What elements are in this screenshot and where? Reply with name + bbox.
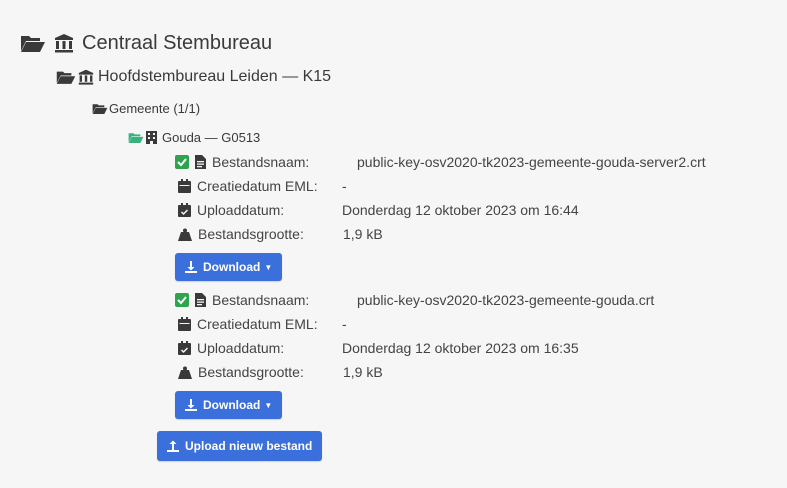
download-icon — [185, 399, 197, 411]
check-square-icon[interactable] — [175, 293, 189, 307]
file-name-value: public-key-osv2020-tk2023-gemeente-gouda… — [357, 154, 706, 170]
download-label: Download — [203, 260, 261, 274]
tree-node-label: Hoofdstembureau Leiden — K15 — [98, 68, 332, 85]
uploaded-value: Donderdag 12 oktober 2023 om 16:44 — [342, 202, 579, 218]
file-name-row: Bestandsnaam: public-key-osv2020-tk2023-… — [175, 290, 654, 310]
folder-open-icon — [92, 102, 108, 115]
calendar-icon — [178, 179, 191, 193]
landmark-icon — [54, 33, 74, 53]
created-row: Creatiedatum EML: - — [178, 314, 347, 334]
caret-down-icon: ▼ — [264, 262, 273, 272]
tree-node-gemeente[interactable]: Gemeente (1/1) — [92, 98, 200, 118]
size-value: 1,9 kB — [343, 226, 383, 242]
bestandsnaam-label: Bestandsnaam: — [212, 154, 310, 170]
folder-open-icon — [128, 131, 144, 144]
uploaded-row: Uploaddatum: Donderdag 12 oktober 2023 o… — [178, 338, 579, 358]
building-icon — [146, 130, 157, 144]
calendar-icon — [178, 317, 191, 331]
created-value: - — [342, 316, 347, 332]
tree-node-label: Gemeente (1/1) — [109, 100, 201, 116]
uploaded-value: Donderdag 12 oktober 2023 om 16:35 — [342, 340, 579, 356]
download-label: Download — [203, 398, 261, 412]
file-tree-panel: Centraal Stembureau Hoofdstembureau Leid… — [0, 0, 787, 488]
file-icon — [195, 293, 206, 307]
bestandsgrootte-label: Bestandsgrootte: — [198, 364, 304, 380]
download-button[interactable]: Download ▼ — [175, 391, 283, 419]
folder-open-icon — [56, 69, 76, 85]
creatiedatum-label: Creatiedatum EML: — [197, 316, 318, 332]
tree-node-label: Centraal Stembureau — [82, 31, 273, 54]
size-row: Bestandsgrootte: 1,9 kB — [178, 362, 383, 382]
weight-icon — [178, 228, 192, 241]
tree-node-label: Gouda — G0513 — [162, 129, 261, 145]
file-name-row: Bestandsnaam: public-key-osv2020-tk2023-… — [175, 152, 706, 172]
upload-new-file-button[interactable]: Upload nieuw bestand — [157, 431, 323, 461]
caret-down-icon: ▼ — [264, 400, 273, 410]
uploaddatum-label: Uploaddatum: — [197, 202, 285, 218]
size-row: Bestandsgrootte: 1,9 kB — [178, 224, 383, 244]
upload-label: Upload nieuw bestand — [185, 439, 313, 453]
bestandsnaam-label: Bestandsnaam: — [212, 292, 310, 308]
upload-icon — [167, 440, 179, 452]
calendar-check-icon — [178, 341, 191, 355]
uploaded-row: Uploaddatum: Donderdag 12 oktober 2023 o… — [178, 200, 579, 220]
creatiedatum-label: Creatiedatum EML: — [197, 178, 318, 194]
created-value: - — [342, 178, 347, 194]
bestandsgrootte-label: Bestandsgrootte: — [198, 226, 304, 242]
tree-node-centraal-stembureau[interactable]: Centraal Stembureau — [20, 28, 272, 58]
uploaddatum-label: Uploaddatum: — [197, 340, 285, 356]
download-button[interactable]: Download ▼ — [175, 253, 283, 281]
file-name-value: public-key-osv2020-tk2023-gemeente-gouda… — [357, 292, 655, 308]
size-value: 1,9 kB — [343, 364, 383, 380]
calendar-check-icon — [178, 203, 191, 217]
download-icon — [185, 261, 197, 273]
check-square-icon[interactable] — [175, 155, 189, 169]
created-row: Creatiedatum EML: - — [178, 176, 347, 196]
weight-icon — [178, 366, 192, 379]
landmark-icon — [78, 69, 94, 85]
file-icon — [195, 155, 206, 169]
tree-node-gouda[interactable]: Gouda — G0513 — [128, 127, 260, 147]
tree-node-hoofdstembureau[interactable]: Hoofdstembureau Leiden — K15 — [56, 65, 331, 89]
folder-open-icon — [20, 33, 46, 53]
